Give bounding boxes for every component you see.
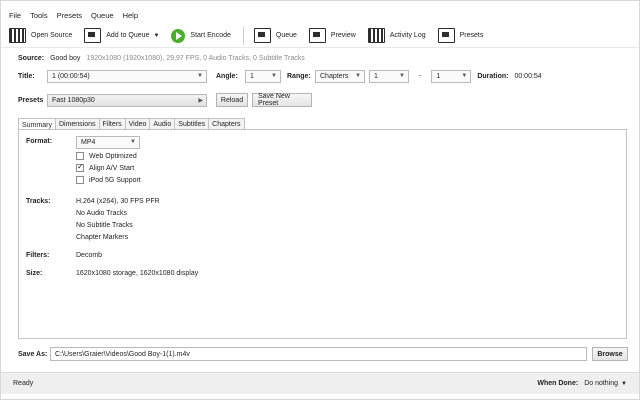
when-done-value: Do nothing [584, 380, 619, 387]
tracks-label: Tracks: [26, 198, 51, 205]
align-av-label: Align A/V Start [89, 164, 135, 172]
add-film-icon [84, 28, 102, 43]
track-item: H.264 (x264), 30 FPS PFR [76, 198, 160, 205]
preview-icon [308, 28, 326, 43]
presets-icon [437, 28, 455, 43]
menu-bar: File Tools Presets Queue Help [1, 7, 147, 23]
status-text: Ready [13, 380, 34, 387]
range-type-select[interactable]: Chapters ▼ [315, 69, 365, 83]
track-item: No Subtitle Tracks [76, 222, 133, 229]
chevron-down-icon: ▼ [197, 72, 203, 79]
filters-value: Decomb [76, 252, 103, 259]
preview-label: Preview [330, 32, 356, 39]
ipod-support-label: iPod 5G Support [89, 176, 141, 184]
chevron-down-icon[interactable]: ▼ [153, 33, 159, 39]
range-end-select[interactable]: 1 ▼ [431, 69, 472, 83]
handbrake-window: File Tools Presets Queue Help Open Sourc… [0, 0, 640, 400]
activity-log-icon [367, 28, 385, 43]
align-av-checkbox[interactable] [76, 162, 84, 172]
browse-button[interactable]: Browse [592, 347, 628, 361]
title-row: Title: 1 (00:00:54) ▼ Angle: 1 ▼ Range: … [18, 69, 542, 83]
chevron-down-icon: ▼ [399, 72, 405, 79]
toolbar-divider [242, 26, 244, 45]
menu-queue[interactable]: Queue [91, 11, 114, 20]
format-label: Format: [26, 138, 53, 145]
range-separator: - [419, 72, 422, 80]
range-start-select[interactable]: 1 ▼ [369, 69, 409, 83]
source-label: Source: [18, 55, 45, 62]
start-encode-label: Start Encode [190, 32, 231, 39]
title-select[interactable]: 1 (00:00:54) ▼ [47, 69, 207, 83]
filters-label: Filters: [26, 252, 50, 259]
preset-select[interactable]: Fast 1080p30 ▶ [47, 93, 207, 107]
presets-row-label: Presets [18, 96, 44, 104]
duration-label: Duration: [477, 72, 509, 80]
toolbar: Open Source Add to Queue ▼ Start Encode … [1, 24, 639, 48]
open-source-button[interactable]: Open Source [9, 26, 72, 46]
queue-button[interactable]: Queue [253, 26, 297, 46]
track-item: No Audio Tracks [76, 210, 127, 217]
reload-button[interactable]: Reload [216, 93, 248, 107]
align-av-option[interactable]: Align A/V Start [76, 162, 135, 172]
activity-log-label: Activity Log [389, 32, 426, 39]
presets-row: Presets Fast 1080p30 ▶ Reload Save New P… [18, 93, 312, 107]
size-value: 1620x1080 storage, 1620x1080 display [76, 270, 199, 277]
format-value: MP4 [81, 139, 96, 146]
save-as-path-input[interactable]: C:\Users\Graier\Videos\Good Boy-1(1).m4v [50, 347, 587, 361]
ipod-support-checkbox[interactable] [76, 176, 84, 184]
chevron-down-icon: ▼ [130, 139, 136, 145]
range-label: Range: [287, 72, 311, 80]
preview-button[interactable]: Preview [308, 26, 356, 46]
web-optimized-label: Web Optimized [89, 152, 137, 160]
range-start-value: 1 [374, 72, 378, 80]
presets-label: Presets [459, 32, 484, 39]
summary-panel: Format: MP4 ▼ Web Optimized Align A/V St… [18, 129, 627, 339]
queue-icon [253, 28, 271, 43]
title-label: Title: [18, 72, 35, 80]
chevron-down-icon: ▼ [355, 72, 361, 79]
save-new-preset-button[interactable]: Save New Preset [252, 93, 312, 107]
menu-tools[interactable]: Tools [30, 11, 48, 20]
format-select[interactable]: MP4 ▼ [76, 136, 140, 149]
duration-value: 00:00:54 [514, 72, 542, 80]
status-bar: Ready When Done: Do nothing ▼ [1, 372, 639, 394]
source-name: Good boy [50, 55, 81, 62]
source-details: 1920x1080 (1920x1080), 29,97 FPS, 0 Audi… [86, 55, 305, 62]
size-label: Size: [26, 270, 43, 277]
chevron-down-icon: ▼ [461, 72, 468, 79]
play-icon [171, 28, 186, 43]
range-type-value: Chapters [320, 72, 349, 80]
ipod-support-option[interactable]: iPod 5G Support [76, 176, 141, 184]
range-end-value: 1 [436, 72, 441, 80]
menu-presets[interactable]: Presets [57, 11, 82, 20]
add-to-queue-button[interactable]: Add to Queue ▼ [84, 26, 159, 46]
presets-button[interactable]: Presets [437, 26, 484, 46]
when-done-label: When Done: [537, 380, 579, 387]
source-row: Source: Good boy 1920x1080 (1920x1080), … [18, 55, 305, 62]
chevron-right-icon: ▶ [198, 97, 203, 104]
menu-help[interactable]: Help [123, 11, 138, 20]
save-as-path: C:\Users\Graier\Videos\Good Boy-1(1).m4v [55, 350, 190, 358]
menu-file[interactable]: File [9, 11, 21, 20]
angle-value: 1 [250, 72, 254, 80]
clapperboard-icon [9, 28, 26, 43]
web-optimized-checkbox[interactable] [76, 152, 84, 160]
preset-value: Fast 1080p30 [52, 96, 95, 104]
chevron-down-icon: ▼ [271, 72, 277, 79]
chevron-down-icon: ▼ [621, 380, 627, 387]
activity-log-button[interactable]: Activity Log [367, 26, 426, 46]
angle-label: Angle: [216, 72, 238, 80]
start-encode-button[interactable]: Start Encode [171, 26, 231, 46]
track-item: Chapter Markers [76, 234, 129, 241]
when-done-select[interactable]: Do nothing ▼ [584, 380, 627, 387]
angle-select[interactable]: 1 ▼ [245, 69, 281, 83]
add-to-queue-label: Add to Queue [106, 32, 150, 39]
save-as-label: Save As: [18, 350, 48, 358]
open-source-label: Open Source [31, 32, 73, 39]
save-as-row: Save As: C:\Users\Graier\Videos\Good Boy… [18, 347, 628, 361]
title-value: 1 (00:00:54) [52, 72, 90, 80]
web-optimized-option[interactable]: Web Optimized [76, 152, 137, 160]
queue-label: Queue [275, 32, 297, 39]
